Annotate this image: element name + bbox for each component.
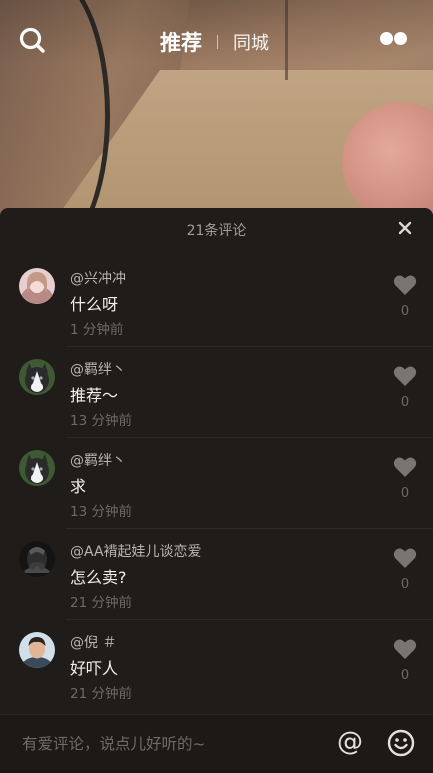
- comment-text: 怎么卖?: [70, 568, 127, 587]
- comment-divider: [66, 528, 433, 529]
- like-count: 0: [400, 668, 410, 683]
- comment-username[interactable]: @羁绊丶: [70, 359, 126, 379]
- comment-time: 21 分钟前: [70, 686, 132, 702]
- avatar-husky-image: [19, 450, 55, 486]
- comment-input[interactable]: [20, 715, 324, 773]
- tab-recommend[interactable]: 推荐: [160, 27, 202, 57]
- more-dot: [394, 32, 407, 45]
- tab-separator: [217, 35, 218, 49]
- comment-item[interactable]: @倪 ＃ 好吓人 21 分钟前 0: [0, 632, 433, 722]
- like-count: 0: [400, 304, 410, 319]
- comment-time: 1 分钟前: [70, 322, 124, 338]
- avatar[interactable]: [19, 541, 55, 577]
- like-count: 0: [400, 577, 410, 592]
- comment-divider: [66, 619, 433, 620]
- top-bar: 推荐 同城: [0, 18, 433, 62]
- avatar[interactable]: [19, 450, 55, 486]
- comment-username[interactable]: @兴冲冲: [70, 268, 126, 288]
- avatar-man-image: [19, 632, 55, 668]
- comment-text: 求: [70, 477, 87, 496]
- comment-sheet: 21条评论 @兴冲冲 什么呀 1 分钟前 0 @羁绊丶 推荐～ 13 分钟前 0…: [0, 208, 433, 770]
- avatar-girl-image: [19, 268, 55, 304]
- comment-time: 13 分钟前: [70, 504, 132, 520]
- close-icon: [398, 221, 412, 235]
- comment-text: 推荐～: [70, 386, 119, 405]
- like-count: 0: [400, 395, 410, 410]
- heart-icon[interactable]: [393, 274, 417, 296]
- smile-icon[interactable]: [387, 729, 415, 757]
- comment-time: 13 分钟前: [70, 413, 132, 429]
- comment-divider: [66, 437, 433, 438]
- comment-divider: [66, 346, 433, 347]
- avatar[interactable]: [19, 268, 55, 304]
- comment-username[interactable]: @倪 ＃: [70, 632, 116, 652]
- comment-text: 好吓人: [70, 659, 119, 678]
- more-dot: [380, 32, 393, 45]
- comment-username[interactable]: @AA褙起娃儿谈恋爱: [70, 541, 202, 561]
- comment-count: 21条评论: [186, 223, 247, 239]
- comment-item[interactable]: @羁绊丶 求 13 分钟前 0: [0, 450, 433, 540]
- close-button[interactable]: [394, 217, 416, 239]
- tab-local[interactable]: 同城: [233, 29, 269, 55]
- like-count: 0: [400, 486, 410, 501]
- search-icon[interactable]: [18, 26, 46, 54]
- comment-username[interactable]: @羁绊丶: [70, 450, 126, 470]
- mention-button[interactable]: @: [335, 727, 365, 757]
- comment-text: 什么呀: [70, 295, 119, 314]
- comment-time: 21 分钟前: [70, 595, 132, 611]
- avatar[interactable]: [19, 359, 55, 395]
- comment-input-bar: @: [0, 714, 433, 773]
- heart-icon[interactable]: [393, 365, 417, 387]
- comment-sheet-header: 21条评论: [0, 208, 433, 250]
- avatar[interactable]: [19, 632, 55, 668]
- comment-item[interactable]: @AA褙起娃儿谈恋爱 怎么卖? 21 分钟前 0: [0, 541, 433, 631]
- avatar-dark-image: [19, 541, 55, 577]
- more-icon[interactable]: [380, 32, 410, 48]
- heart-icon[interactable]: [393, 456, 417, 478]
- comment-item[interactable]: @兴冲冲 什么呀 1 分钟前 0: [0, 268, 433, 358]
- avatar-husky-image: [19, 359, 55, 395]
- comment-item[interactable]: @羁绊丶 推荐～ 13 分钟前 0: [0, 359, 433, 449]
- heart-icon[interactable]: [393, 547, 417, 569]
- heart-icon[interactable]: [393, 638, 417, 660]
